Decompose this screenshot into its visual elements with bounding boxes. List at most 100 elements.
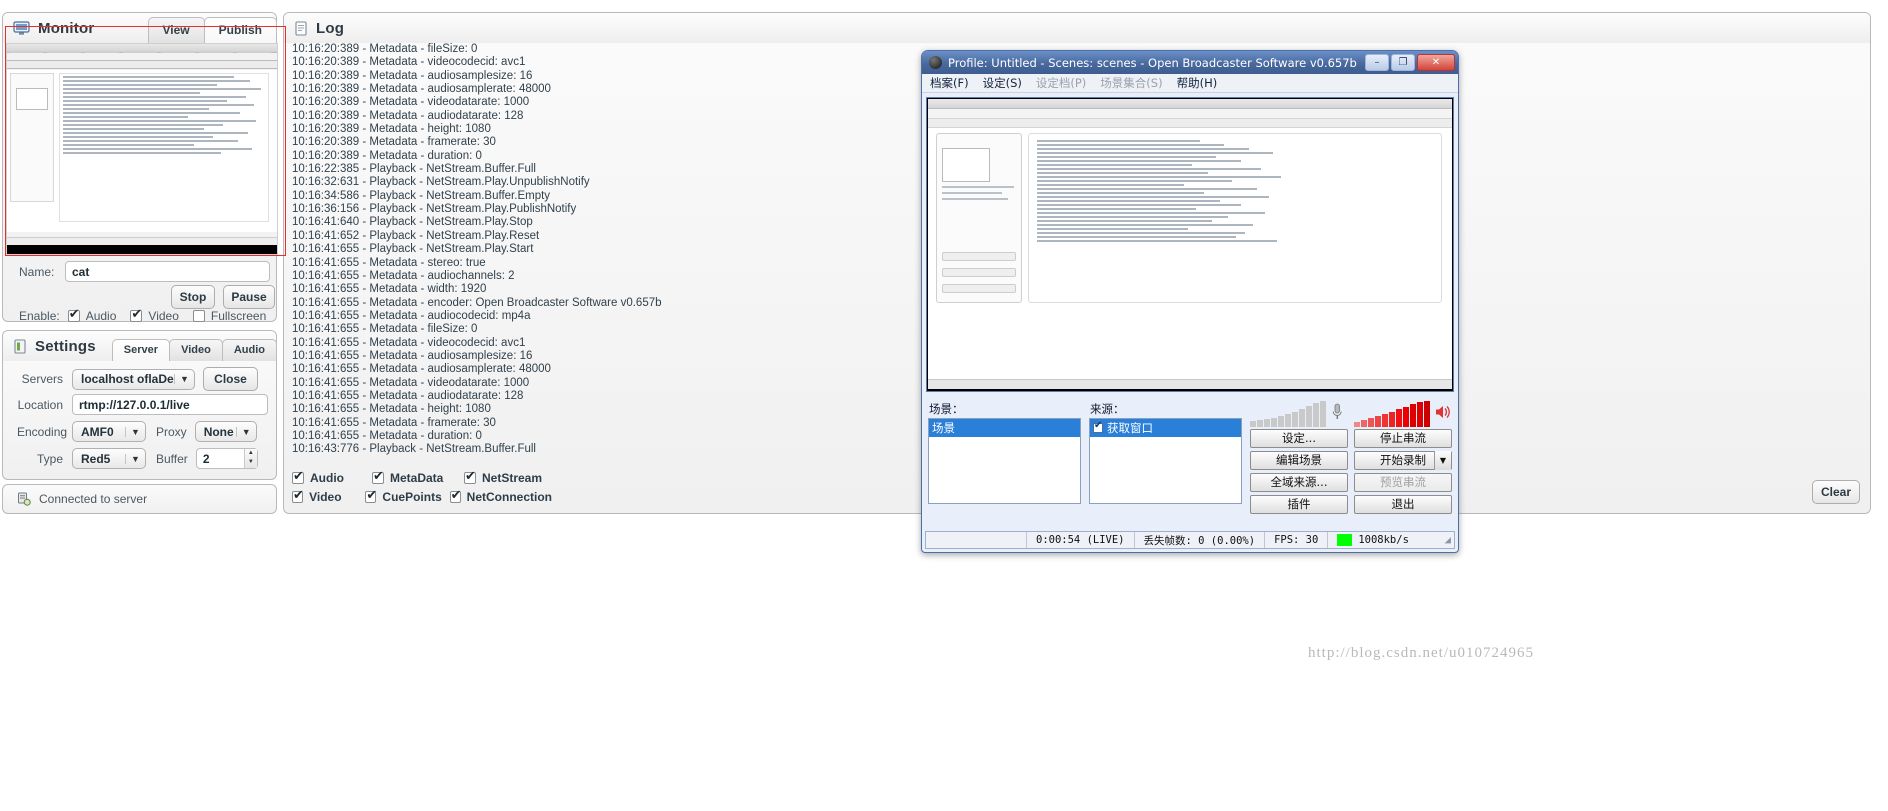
scenes-listbox[interactable]: 场景: [928, 418, 1081, 504]
monitor-icon: [13, 20, 30, 36]
log-filters: Audio MetaData NetStream Video CuePoints…: [292, 468, 552, 506]
clear-log-button[interactable]: Clear: [1812, 480, 1860, 504]
status-time: 0:00:54 (LIVE): [1026, 532, 1134, 548]
monitor-tabs: View Publish: [147, 17, 277, 43]
desktop-level-meter: [1354, 401, 1430, 427]
tab-audio[interactable]: Audio: [221, 339, 277, 361]
tab-publish[interactable]: Publish: [203, 17, 277, 43]
filter-checkbox-netconnection[interactable]: [449, 488, 462, 503]
proxy-dropdown[interactable]: None ▼: [194, 421, 257, 442]
type-row: Type Red5 ▼ Buffer ▲▼: [17, 448, 258, 469]
obs-titlebar[interactable]: Profile: Untitled - Scenes: scenes - Ope…: [922, 51, 1458, 74]
scenes-label: 场景：: [929, 402, 964, 416]
menu-item-help[interactable]: 帮助(H): [1177, 75, 1218, 91]
tab-server[interactable]: Server: [111, 339, 171, 361]
exit-button[interactable]: 退出: [1354, 495, 1452, 514]
close-button[interactable]: Close: [203, 367, 258, 391]
name-row: Name:: [19, 261, 270, 282]
pause-button[interactable]: Pause: [223, 285, 275, 309]
obs-statusbar: 0:00:54 (LIVE) 丢失帧数: 0 (0.00%) FPS: 30 1…: [925, 531, 1455, 549]
filter-label-video: Video: [309, 489, 342, 504]
preview-address-bar: [7, 53, 277, 61]
checkbox-audio[interactable]: [67, 307, 80, 322]
obs-preview-content: [928, 99, 1452, 389]
source-checkbox[interactable]: ✔: [1093, 420, 1103, 433]
filter-label-netstream: NetStream: [482, 470, 543, 485]
enable-label: Enable:: [19, 309, 60, 323]
connection-status-text: Connected to server: [39, 492, 148, 506]
settings-panel-header: Settings Server Video Audio: [3, 331, 277, 361]
monitor-preview-stage[interactable]: [6, 43, 278, 255]
maximize-button[interactable]: ❐: [1391, 54, 1415, 71]
microphone-icon[interactable]: [1330, 402, 1344, 426]
name-label: Name:: [19, 264, 55, 279]
filter-checkbox-netstream[interactable]: [464, 469, 476, 484]
log-icon: [294, 20, 308, 36]
servers-dropdown[interactable]: localhost oflaDemo ▼: [72, 368, 195, 390]
menu-item-profile[interactable]: 设定档(P): [1036, 75, 1086, 91]
buffer-stepper[interactable]: ▲▼: [195, 448, 258, 469]
menu-item-scene-collection[interactable]: 场景集合(S): [1100, 75, 1162, 91]
scene-item[interactable]: 场景: [929, 419, 1080, 437]
obs-window[interactable]: Profile: Untitled - Scenes: scenes - Ope…: [921, 50, 1459, 553]
settings-button[interactable]: 设定...: [1250, 429, 1348, 448]
start-recording-button[interactable]: 开始录制 ▼: [1354, 451, 1452, 470]
tab-view[interactable]: View: [147, 17, 205, 43]
chevron-down-icon: ▼: [174, 374, 194, 384]
obs-preview-canvas[interactable]: [926, 97, 1454, 392]
stop-button[interactable]: Stop: [171, 285, 215, 309]
preview-stream-button[interactable]: 预览串流: [1354, 473, 1452, 492]
type-value: Red5: [81, 451, 111, 466]
log-panel-title: Log: [316, 19, 345, 37]
filter-label-cuepoints: CuePoints: [382, 489, 442, 504]
chevron-down-icon[interactable]: ▼: [1434, 451, 1451, 470]
checkbox-fullscreen[interactable]: [192, 310, 205, 322]
encoding-row: Encoding AMF0 ▼ Proxy None ▼: [17, 421, 257, 442]
chevron-down-icon: ▼: [125, 426, 145, 437]
sources-label: 来源：: [1090, 402, 1125, 416]
encoding-dropdown[interactable]: AMF0 ▼: [72, 421, 146, 442]
type-dropdown[interactable]: Red5 ▼: [72, 448, 146, 469]
checkbox-fullscreen-label: Fullscreen: [210, 309, 267, 323]
settings-panel-title: Settings: [35, 337, 96, 355]
obs-app-icon: [929, 56, 942, 69]
menu-item-settings[interactable]: 设定(S): [983, 75, 1022, 91]
filter-checkbox-audio[interactable]: [292, 469, 304, 484]
screenshot-root: Monitor View Publish Name: cat Stop Paus…: [0, 0, 1888, 811]
preview-log-mini: [59, 73, 269, 222]
scene-item-label: 场景: [932, 421, 955, 435]
speaker-icon[interactable]: [1434, 403, 1452, 425]
name-input[interactable]: [65, 261, 270, 282]
global-sources-button[interactable]: 全域来源...: [1250, 473, 1348, 492]
filter-checkbox-video[interactable]: [292, 488, 304, 503]
location-label: Location: [17, 397, 63, 412]
servers-row: Servers localhost oflaDemo ▼ Close: [17, 367, 258, 391]
minimize-button[interactable]: –: [1365, 54, 1389, 71]
monitor-panel: Monitor View Publish Name: cat Stop Paus…: [2, 12, 286, 323]
checkbox-video[interactable]: [130, 307, 143, 322]
watermark: http://blog.csdn.net/u010724965: [1308, 645, 1534, 661]
stop-streaming-button[interactable]: 停止串流: [1354, 429, 1452, 448]
filter-checkbox-metadata[interactable]: [372, 469, 384, 484]
plugins-button[interactable]: 插件: [1250, 495, 1348, 514]
preview-thumbnail: [16, 88, 48, 110]
close-button[interactable]: ✕: [1417, 54, 1455, 71]
server-connected-icon: [17, 492, 31, 506]
resize-grip-icon[interactable]: ◢: [1445, 534, 1454, 546]
preview-bookmark-bar: [7, 61, 277, 69]
tab-video[interactable]: Video: [169, 339, 223, 361]
sources-listbox[interactable]: ✔ 获取窗口: [1089, 418, 1242, 504]
stepper-arrows-icon[interactable]: ▲ ▼: [243, 449, 257, 468]
status-fps: FPS: 30: [1264, 532, 1327, 548]
servers-label: Servers: [21, 372, 63, 386]
location-input[interactable]: [72, 394, 268, 415]
status-bitrate: 1008kb/s: [1358, 534, 1409, 546]
menu-item-file[interactable]: 档案(F): [930, 75, 969, 91]
preview-monitor-mini: [10, 73, 54, 202]
monitor-panel-header: Monitor View Publish: [3, 13, 277, 43]
filter-checkbox-cuepoints[interactable]: [365, 488, 377, 503]
sources-group: 来源： ✔ 获取窗口: [1089, 399, 1242, 504]
edit-scene-button[interactable]: 编辑场景: [1250, 451, 1348, 470]
source-item[interactable]: ✔ 获取窗口: [1090, 419, 1241, 437]
nested-browser-tabs: [928, 99, 1452, 109]
